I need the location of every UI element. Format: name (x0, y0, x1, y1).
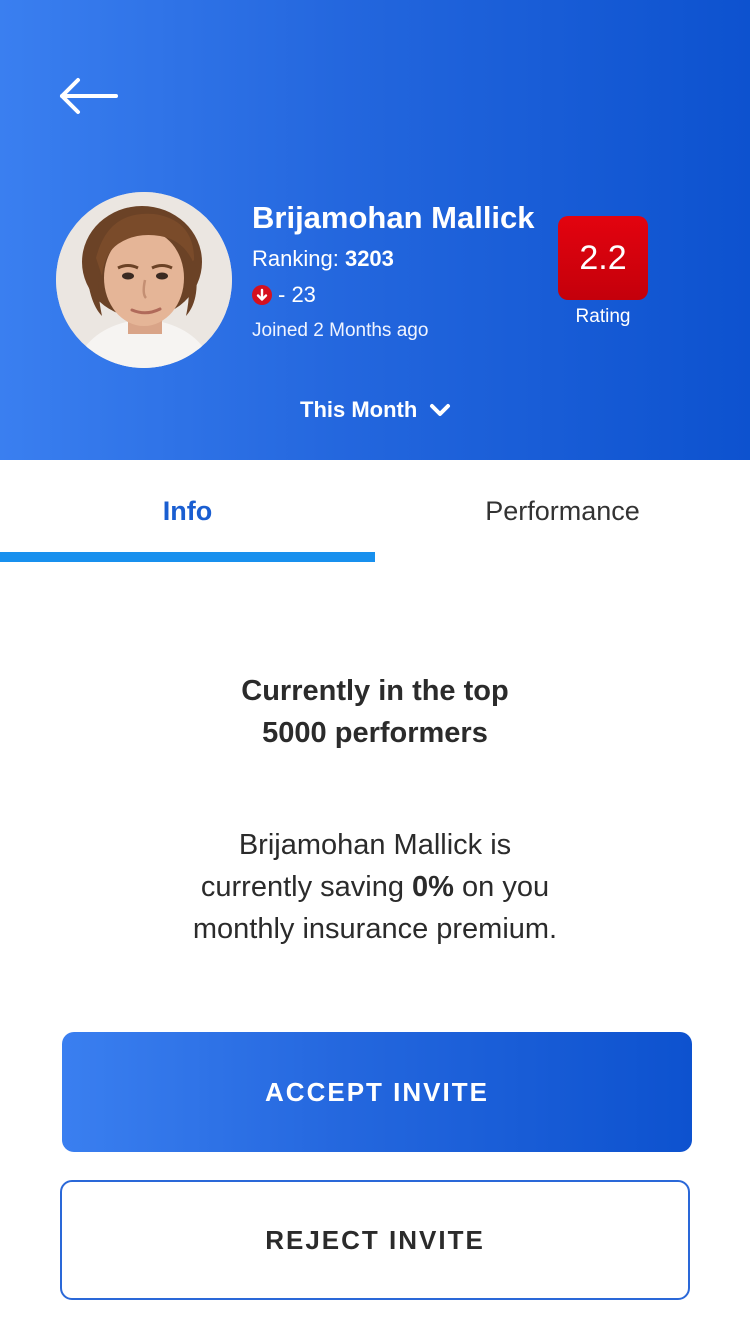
rank-change: - 23 (252, 282, 316, 308)
profile-header: Brijamohan Mallick Ranking: 3203 - 23 Jo… (0, 0, 750, 460)
accept-invite-button[interactable]: ACCEPT INVITE (62, 1032, 692, 1152)
profile-name: Brijamohan Mallick (252, 200, 535, 235)
arrow-left-icon (60, 78, 118, 114)
headline-line: Currently in the top (241, 675, 509, 707)
active-tab-indicator (0, 552, 375, 562)
savings-description: Brijamohan Mallick is currently saving 0… (150, 824, 600, 950)
profile-screen: Brijamohan Mallick Ranking: 3203 - 23 Jo… (0, 0, 750, 1334)
headline: Currently in the top 5000 performers (0, 670, 750, 754)
avatar-portrait (56, 192, 232, 368)
ranking: Ranking: 3203 (252, 246, 394, 272)
reject-invite-button[interactable]: REJECT INVITE (60, 1180, 690, 1300)
rating-badge: 2.2 (558, 216, 648, 300)
ranking-label: Ranking: (252, 246, 345, 271)
description-text: on you (453, 871, 550, 903)
rank-change-value: - 23 (278, 282, 316, 307)
ranking-value: 3203 (344, 246, 394, 271)
tab-info[interactable]: Info (0, 460, 375, 562)
joined-date: Joined 2 Months ago (252, 320, 429, 341)
headline-line: 5000 performers (262, 717, 488, 749)
tab-performance[interactable]: Performance (375, 460, 750, 562)
down-arrow-circle-icon (252, 285, 272, 305)
rating-label: Rating (575, 306, 631, 327)
chevron-down-icon (430, 404, 451, 416)
back-button[interactable] (52, 70, 124, 122)
avatar (56, 192, 232, 368)
tab-bar: Info Performance (0, 460, 750, 562)
description-line: monthly insurance premium. (192, 913, 558, 945)
description-line: currently saving 0% on you (150, 866, 600, 908)
description-text: currently saving (200, 871, 413, 903)
period-selected: This Month (300, 397, 418, 422)
period-dropdown[interactable]: This Month (300, 394, 451, 426)
description-line: Brijamohan Mallick is (238, 829, 512, 861)
savings-percentage: 0% (412, 871, 454, 903)
